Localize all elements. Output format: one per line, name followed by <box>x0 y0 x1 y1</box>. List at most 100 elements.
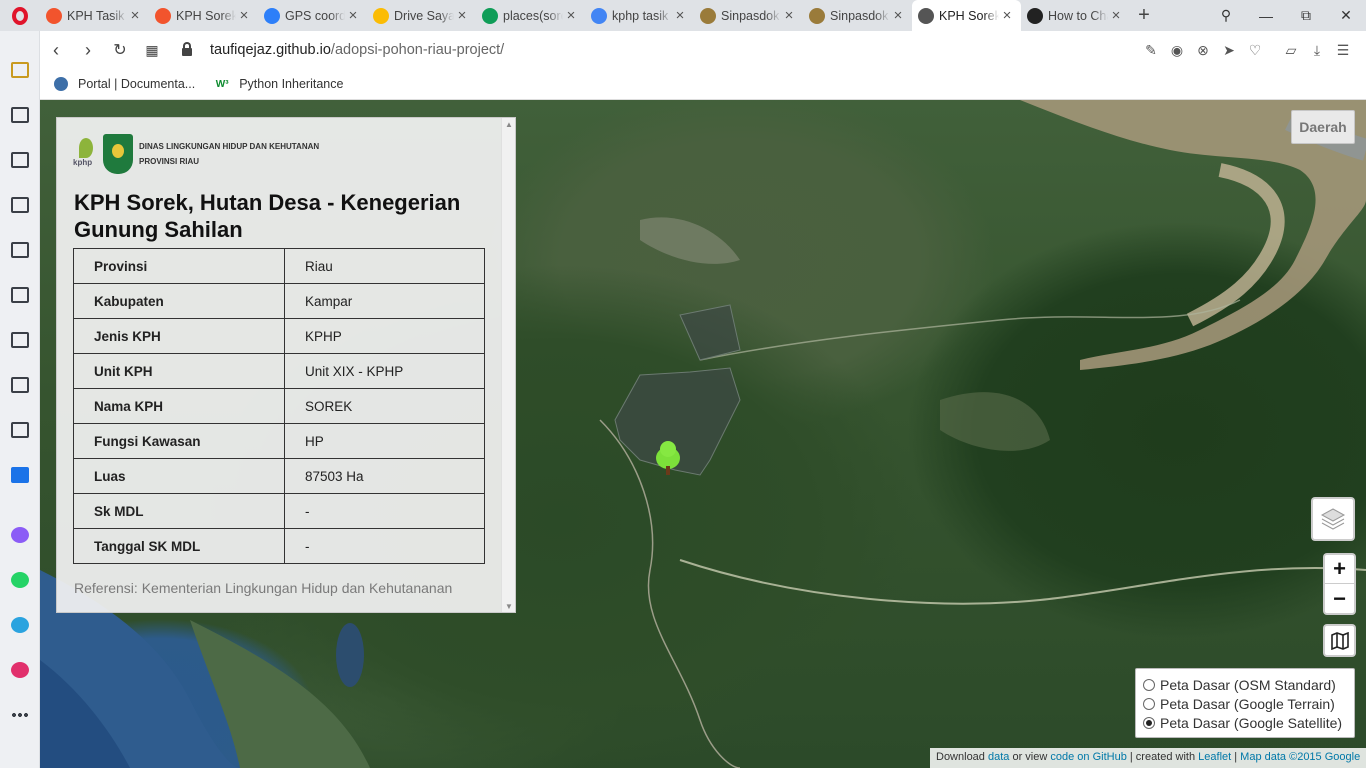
search-tabs-icon[interactable]: ⚲ <box>1206 7 1246 24</box>
radio-button[interactable] <box>1143 678 1155 691</box>
browser-tab[interactable]: How to Change× <box>1021 0 1130 31</box>
layers-control-button[interactable] <box>1311 497 1355 541</box>
restore-button[interactable]: ⧉ <box>1286 7 1326 24</box>
layers-icon <box>1320 508 1346 530</box>
row-value: Riau <box>284 248 485 284</box>
browser-tab[interactable]: KPH Sorek × <box>149 0 258 31</box>
tab-label: Sinpasdok <box>830 8 889 23</box>
table-row: Nama KPH SOREK <box>73 388 485 424</box>
briefcase-icon[interactable] <box>9 149 31 171</box>
browser-tab[interactable]: Sinpasdok × <box>694 0 803 31</box>
tab-label: KPH Sorek <box>176 8 236 23</box>
browser-tab[interactable]: kphp tasik × <box>585 0 694 31</box>
notes-icon[interactable] <box>9 104 31 126</box>
row-key: Sk MDL <box>73 493 285 529</box>
close-tab-icon[interactable]: × <box>127 7 143 24</box>
tab-label: How to Change <box>1048 8 1108 23</box>
close-tab-icon[interactable]: × <box>454 7 470 24</box>
close-tab-icon[interactable]: × <box>236 7 252 24</box>
map-view-button[interactable] <box>1323 624 1356 657</box>
whatsapp-icon[interactable] <box>9 569 31 591</box>
data-link[interactable]: data <box>988 751 1009 763</box>
close-tab-icon[interactable]: × <box>999 7 1015 24</box>
row-key: Kabupaten <box>73 283 285 319</box>
close-tab-icon[interactable]: × <box>563 7 579 24</box>
nyt-icon <box>1027 7 1043 24</box>
player-icon[interactable] <box>9 239 31 261</box>
cube-icon[interactable]: ▱ <box>1278 42 1304 59</box>
google-map-data-link[interactable]: Map data ©2015 Google <box>1240 751 1360 763</box>
table-row: Jenis KPH KPHP <box>73 318 485 354</box>
sidebar <box>0 31 40 768</box>
messenger-icon[interactable] <box>9 524 31 546</box>
easy-setup-icon[interactable]: ☰ <box>1330 42 1356 59</box>
basemap-option[interactable]: Peta Dasar (Google Terrain) <box>1143 694 1354 713</box>
daerah-button[interactable]: Daerah <box>1291 110 1355 144</box>
close-window-button[interactable]: ✕ <box>1326 7 1366 24</box>
browser-tab[interactable]: GPS coordinates× <box>258 0 367 31</box>
back-button[interactable]: ‹ <box>40 40 72 61</box>
table-row: Unit KPH Unit XIX - KPHP <box>73 353 485 389</box>
calendar-icon[interactable] <box>9 464 31 486</box>
table-row: Fungsi Kawasan HP <box>73 423 485 459</box>
opera-menu-button[interactable] <box>0 0 40 31</box>
basemap-option[interactable]: Peta Dasar (OSM Standard) <box>1143 675 1354 694</box>
zoom-in-button[interactable]: + <box>1325 555 1354 584</box>
google-icon <box>591 7 607 24</box>
bookmark-label: Portal | Documenta... <box>78 77 196 91</box>
new-tab-button[interactable]: + <box>1130 4 1158 27</box>
basemap-option[interactable]: Peta Dasar (Google Satellite) <box>1143 713 1354 732</box>
table-row: Kabupaten Kampar <box>73 283 485 319</box>
radio-button[interactable] <box>1143 697 1155 710</box>
browser-tab[interactable]: Drive Saya × <box>367 0 476 31</box>
gamepad-icon[interactable] <box>9 374 31 396</box>
report-icon[interactable] <box>9 419 31 441</box>
leaflet-link[interactable]: Leaflet <box>1198 751 1231 763</box>
tabs-grid-button[interactable]: ▦ <box>136 42 168 59</box>
reference-text: Referensi: Kementerian Lingkungan Hidup … <box>74 580 453 596</box>
browser-tab[interactable]: KPH Tasik Bes× <box>40 0 149 31</box>
bookmark-label: Python Inheritance <box>239 77 344 91</box>
basemap-label: Peta Dasar (Google Satellite) <box>1160 714 1343 731</box>
reload-button[interactable]: ↻ <box>104 40 136 60</box>
bookmark-python-inheritance[interactable]: W³ Python Inheritance <box>215 77 344 91</box>
wallet-icon[interactable] <box>9 59 31 81</box>
map-icon <box>1330 631 1349 650</box>
monitor-icon[interactable] <box>9 284 31 306</box>
zoom-out-button[interactable]: − <box>1325 584 1354 613</box>
bookmark-portal[interactable]: Portal | Documenta... <box>54 77 195 91</box>
radio-button[interactable] <box>1143 716 1155 729</box>
heart-icon[interactable]: ♡ <box>1242 42 1268 59</box>
document-icon[interactable] <box>9 194 31 216</box>
edit-icon[interactable]: ✎ <box>1138 42 1164 59</box>
instagram-icon[interactable] <box>9 659 31 681</box>
close-tab-icon[interactable]: × <box>672 7 688 24</box>
browser-tab[interactable]: Sinpasdok × <box>803 0 912 31</box>
close-tab-icon[interactable]: × <box>781 7 797 24</box>
chart-icon[interactable] <box>9 329 31 351</box>
address-bar[interactable]: taufiqejaz.github.io/adopsi-pohon-riau-p… <box>182 42 504 58</box>
github-link[interactable]: code on GitHub <box>1050 751 1126 763</box>
more-icon[interactable] <box>9 704 31 726</box>
panel-scrollbar[interactable]: ▲ ▼ <box>501 118 515 612</box>
minimize-button[interactable]: — <box>1246 8 1286 24</box>
camera-icon[interactable]: ◉ <box>1164 42 1190 59</box>
portal-icon <box>54 77 68 91</box>
send-icon[interactable]: ➤ <box>1216 42 1242 59</box>
close-tab-icon[interactable]: × <box>345 7 361 24</box>
tab-label: GPS coordinates <box>285 8 345 23</box>
download-icon[interactable]: ⤓ <box>1304 42 1330 59</box>
row-key: Tanggal SK MDL <box>73 528 285 564</box>
row-value: 87503 Ha <box>284 458 485 494</box>
telegram-icon[interactable] <box>9 614 31 636</box>
close-tab-icon[interactable]: × <box>890 7 906 24</box>
info-table: Provinsi Riau Kabupaten Kampar Jenis KPH KPHP… <box>73 248 485 564</box>
browser-tab[interactable]: places(sorek)× <box>476 0 585 31</box>
browser-tab[interactable]: KPH Sorek × <box>912 0 1021 31</box>
forward-button[interactable]: › <box>72 40 104 61</box>
bookmarks-bar: Portal | Documenta... W³ Python Inherita… <box>40 69 1366 100</box>
adblock-icon[interactable]: ⊗ <box>1190 42 1216 59</box>
opera-logo-icon <box>12 6 28 25</box>
row-key: Fungsi Kawasan <box>73 423 285 459</box>
close-tab-icon[interactable]: × <box>1108 7 1124 24</box>
